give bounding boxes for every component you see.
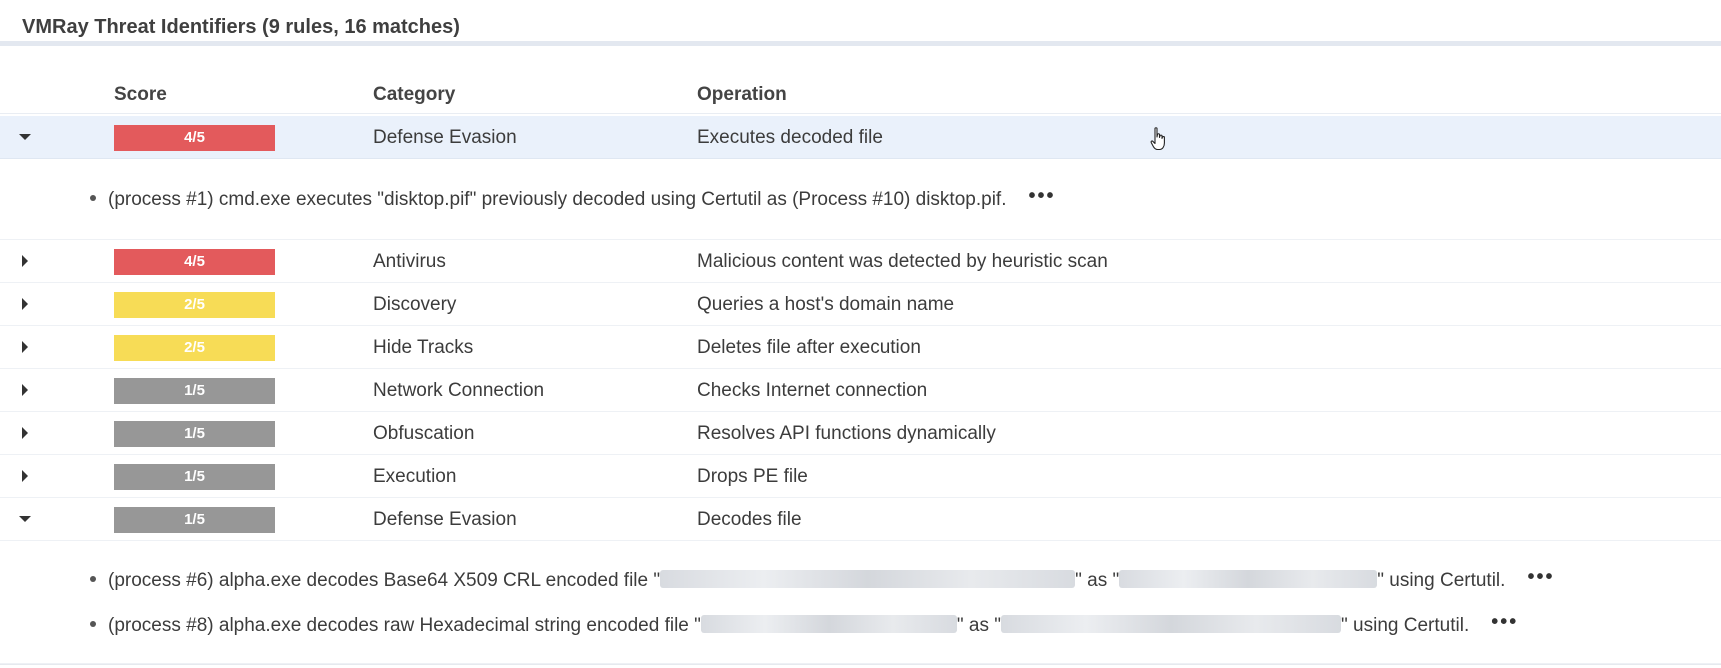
score-badge: 1/5: [114, 507, 275, 533]
column-score[interactable]: Score: [114, 84, 167, 106]
score-badge: 1/5: [114, 378, 275, 404]
redacted-path: [1001, 614, 1342, 633]
category-cell: Antivirus: [373, 251, 446, 272]
score-badge: 4/5: [114, 125, 275, 151]
column-category[interactable]: Category: [373, 84, 455, 106]
table-row[interactable]: 1/5 Network Connection Checks Internet c…: [0, 369, 1721, 412]
section-header: VMRay Threat Identifiers (9 rules, 16 ma…: [0, 0, 1721, 46]
category-cell: Network Connection: [373, 380, 545, 401]
more-options-icon[interactable]: •••: [1028, 185, 1055, 208]
row-detail: (process #1) cmd.exe executes "disktop.p…: [0, 159, 1721, 240]
category-cell: Obfuscation: [373, 423, 475, 444]
detail-text-start: (process #6) alpha.exe decodes Base64 X5…: [108, 570, 661, 591]
score-badge: 1/5: [114, 421, 275, 447]
caret-right-icon[interactable]: [16, 295, 34, 313]
row-detail: (process #6) alpha.exe decodes Base64 X5…: [0, 541, 1721, 664]
operation-cell: Queries a host's domain name: [697, 294, 955, 315]
category-cell: Discovery: [373, 294, 457, 315]
operation-cell: Decodes file: [697, 509, 802, 530]
table-row[interactable]: 2/5 Hide Tracks Deletes file after execu…: [0, 326, 1721, 369]
detail-item: (process #8) alpha.exe decodes raw Hexad…: [90, 611, 1518, 637]
detail-text-start: (process #8) alpha.exe decodes raw Hexad…: [108, 615, 701, 636]
caret-right-icon[interactable]: [16, 381, 34, 399]
category-cell: Execution: [373, 466, 457, 487]
hand-cursor-icon: [1150, 127, 1166, 156]
detail-text: (process #1) cmd.exe executes "disktop.p…: [108, 189, 1007, 210]
operation-cell: Deletes file after execution: [697, 337, 921, 358]
detail-item: (process #1) cmd.exe executes "disktop.p…: [90, 185, 1056, 211]
category-cell: Defense Evasion: [373, 127, 517, 148]
score-badge: 1/5: [114, 464, 275, 490]
redacted-path: [700, 614, 957, 633]
column-operation[interactable]: Operation: [697, 84, 787, 106]
table-row[interactable]: 2/5 Discovery Queries a host's domain na…: [0, 283, 1721, 326]
redacted-path: [660, 569, 1076, 588]
caret-down-icon[interactable]: [16, 128, 34, 146]
bullet-icon: [90, 575, 96, 582]
category-cell: Defense Evasion: [373, 509, 517, 530]
score-badge: 2/5: [114, 335, 275, 361]
operation-cell: Resolves API functions dynamically: [697, 423, 996, 444]
detail-text-mid: " as ": [1075, 570, 1120, 591]
table-row[interactable]: 1/5 Defense Evasion Decodes file: [0, 498, 1721, 541]
category-cell: Hide Tracks: [373, 337, 474, 358]
caret-right-icon[interactable]: [16, 467, 34, 485]
operation-cell: Executes decoded file: [697, 127, 883, 148]
score-badge: 2/5: [114, 292, 275, 318]
detail-text-end: " using Certutil.: [1341, 615, 1470, 636]
divider: [0, 664, 1721, 665]
table-row[interactable]: 1/5 Execution Drops PE file: [0, 455, 1721, 498]
operation-cell: Drops PE file: [697, 466, 808, 487]
caret-down-icon[interactable]: [16, 510, 34, 528]
section-title: VMRay Threat Identifiers (9 rules, 16 ma…: [22, 16, 460, 38]
more-options-icon[interactable]: •••: [1491, 611, 1518, 634]
score-badge: 4/5: [114, 249, 275, 275]
redacted-path: [1119, 569, 1378, 588]
detail-text-mid: " as ": [956, 615, 1002, 636]
table-row[interactable]: 4/5 Defense Evasion Executes decoded fil…: [0, 116, 1721, 159]
caret-right-icon[interactable]: [16, 424, 34, 442]
table-row[interactable]: 1/5 Obfuscation Resolves API functions d…: [0, 412, 1721, 455]
bullet-icon: [90, 194, 96, 201]
more-options-icon[interactable]: •••: [1527, 566, 1554, 589]
detail-text-end: " using Certutil.: [1377, 570, 1506, 591]
table-header: Score Category Operation: [0, 74, 1721, 114]
operation-cell: Checks Internet connection: [697, 380, 928, 401]
bullet-icon: [90, 620, 96, 627]
detail-item: (process #6) alpha.exe decodes Base64 X5…: [90, 566, 1554, 592]
operation-cell: Malicious content was detected by heuris…: [697, 251, 1108, 272]
table-row[interactable]: 4/5 Antivirus Malicious content was dete…: [0, 240, 1721, 283]
caret-right-icon[interactable]: [16, 338, 34, 356]
caret-right-icon[interactable]: [16, 252, 34, 270]
